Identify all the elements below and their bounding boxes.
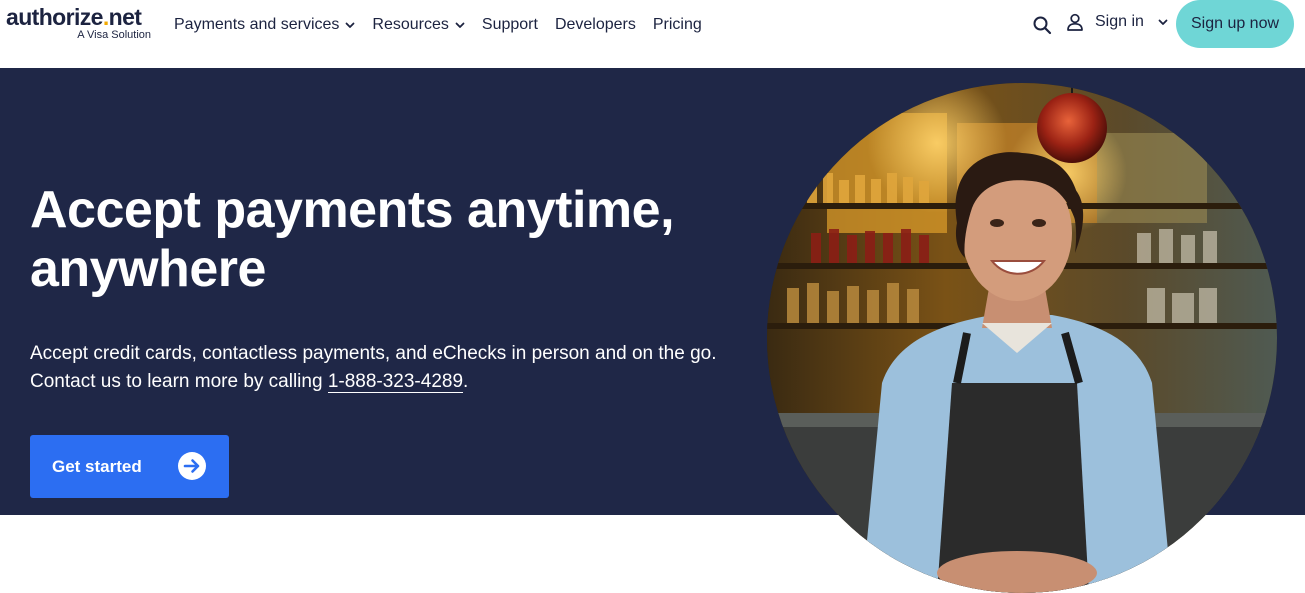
logo-wordmark: authorize.net bbox=[6, 4, 142, 30]
hero-description: Accept credit cards, contactless payment… bbox=[30, 340, 730, 396]
search-icon[interactable] bbox=[1032, 15, 1052, 35]
nav-label: Developers bbox=[554, 16, 636, 33]
nav-label: Support bbox=[481, 16, 538, 33]
nav-developers[interactable]: Developers bbox=[555, 14, 636, 36]
get-started-label: Get started bbox=[52, 456, 142, 476]
chevron-down-icon bbox=[455, 22, 465, 28]
hero-title: Accept payments anytime, anywhere bbox=[30, 181, 675, 298]
chevron-down-icon bbox=[346, 22, 355, 28]
nav-support[interactable]: Support bbox=[482, 14, 538, 36]
nav-label: Pricing bbox=[652, 16, 702, 33]
chevron-down-icon bbox=[1158, 19, 1168, 25]
phone-link[interactable]: 1-888-323-4289 bbox=[327, 371, 464, 393]
get-started-button[interactable]: Get started bbox=[30, 435, 229, 498]
nav-label: Payments and services bbox=[174, 16, 340, 33]
user-icon bbox=[1067, 13, 1083, 31]
site-header: authorize.net A Visa Solution Payments a… bbox=[0, 0, 1305, 68]
logo-tagline: A Visa Solution bbox=[77, 29, 151, 41]
photo-illustration bbox=[767, 83, 1277, 593]
nav-pricing[interactable]: Pricing bbox=[653, 14, 702, 36]
sign-up-now-button[interactable]: Sign up now bbox=[1176, 0, 1294, 48]
nav-payments-and-services[interactable]: Payments and services bbox=[174, 14, 355, 36]
hero-photo-woman-at-bar bbox=[767, 83, 1277, 593]
main-nav: Payments and services Resources Support … bbox=[174, 14, 719, 36]
nav-resources[interactable]: Resources bbox=[372, 14, 465, 36]
hero-body-end: . bbox=[463, 371, 469, 392]
signin-menu[interactable]: Sign in bbox=[1066, 13, 1168, 31]
nav-label: Resources bbox=[372, 16, 449, 33]
arrow-right-circle-icon bbox=[178, 452, 206, 480]
authorize-net-logo[interactable]: authorize.net A Visa Solution bbox=[6, 4, 156, 44]
signin-label: Sign in bbox=[1095, 13, 1144, 30]
